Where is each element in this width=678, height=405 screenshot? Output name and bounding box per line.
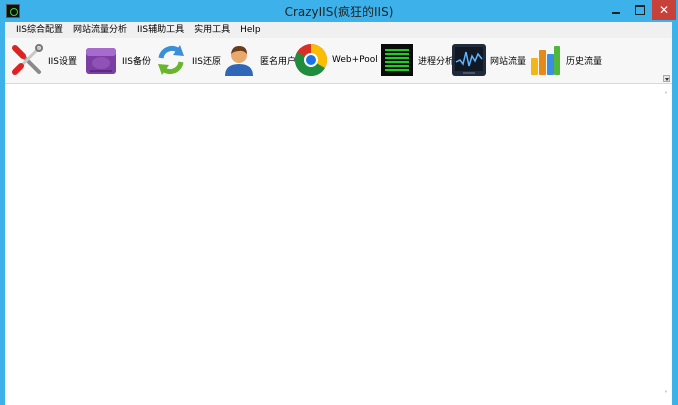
process-analysis-label: 进程分析	[418, 56, 455, 67]
anonymous-user-label: 匿名用户	[260, 56, 297, 67]
toolbar: IIS设置 IIS备份 IIS还原 匿名用户 Web+Pool 进程分析 网站流…	[5, 38, 672, 84]
web-pool-label: Web+Pool	[332, 55, 378, 65]
site-traffic-label: 网站流量	[490, 56, 527, 67]
iis-settings-button[interactable]: IIS设置	[9, 40, 77, 80]
tools-icon	[9, 42, 45, 78]
process-analysis-button[interactable]: 进程分析	[379, 40, 454, 80]
app-window: CrazyIIS(疯狂的IIS) ✕ IIS综合配置 网站流量分析 IIS辅助工…	[0, 0, 678, 405]
iis-restore-label: IIS还原	[192, 56, 222, 67]
process-icon	[379, 42, 415, 78]
iis-backup-label: IIS备份	[122, 56, 152, 67]
scroll-up-icon[interactable]: ˄	[662, 92, 670, 100]
window-title: CrazyIIS(疯狂的IIS)	[284, 5, 394, 19]
iis-backup-button[interactable]: IIS备份	[83, 40, 151, 80]
menu-help[interactable]: Help	[235, 22, 266, 38]
bar-chart-icon	[527, 42, 563, 78]
history-traffic-button[interactable]: 历史流量	[527, 40, 602, 80]
anonymous-user-button[interactable]: 匿名用户	[221, 40, 296, 80]
maximize-button[interactable]	[629, 0, 651, 20]
menu-utilities[interactable]: 实用工具	[189, 22, 235, 38]
drive-icon	[83, 42, 119, 78]
title-bar[interactable]: CrazyIIS(疯狂的IIS) ✕	[0, 0, 678, 22]
vertical-scrollbar[interactable]: ˄ ˅	[660, 85, 672, 405]
close-button[interactable]: ✕	[652, 0, 676, 20]
chrome-icon	[293, 42, 329, 78]
site-traffic-button[interactable]: 网站流量	[451, 40, 526, 80]
menu-traffic-analysis[interactable]: 网站流量分析	[68, 22, 132, 38]
toolbar-overflow-button[interactable]	[663, 75, 670, 82]
web-pool-button[interactable]: Web+Pool	[293, 40, 378, 80]
client-area: IIS综合配置 网站流量分析 IIS辅助工具 实用工具 Help IIS设置 I…	[5, 22, 672, 405]
minimize-button[interactable]	[604, 0, 628, 20]
history-traffic-label: 历史流量	[566, 56, 603, 67]
refresh-icon	[153, 42, 189, 78]
menu-iis-config[interactable]: IIS综合配置	[11, 22, 68, 38]
scroll-down-icon[interactable]: ˅	[662, 391, 670, 399]
iis-restore-button[interactable]: IIS还原	[153, 40, 221, 80]
menu-bar: IIS综合配置 网站流量分析 IIS辅助工具 实用工具 Help	[5, 22, 672, 38]
menu-iis-tools[interactable]: IIS辅助工具	[132, 22, 189, 38]
iis-settings-label: IIS设置	[48, 56, 78, 67]
user-icon	[221, 42, 257, 78]
traffic-chart-icon	[451, 42, 487, 78]
main-content-area[interactable]: ˄ ˅	[5, 85, 672, 405]
